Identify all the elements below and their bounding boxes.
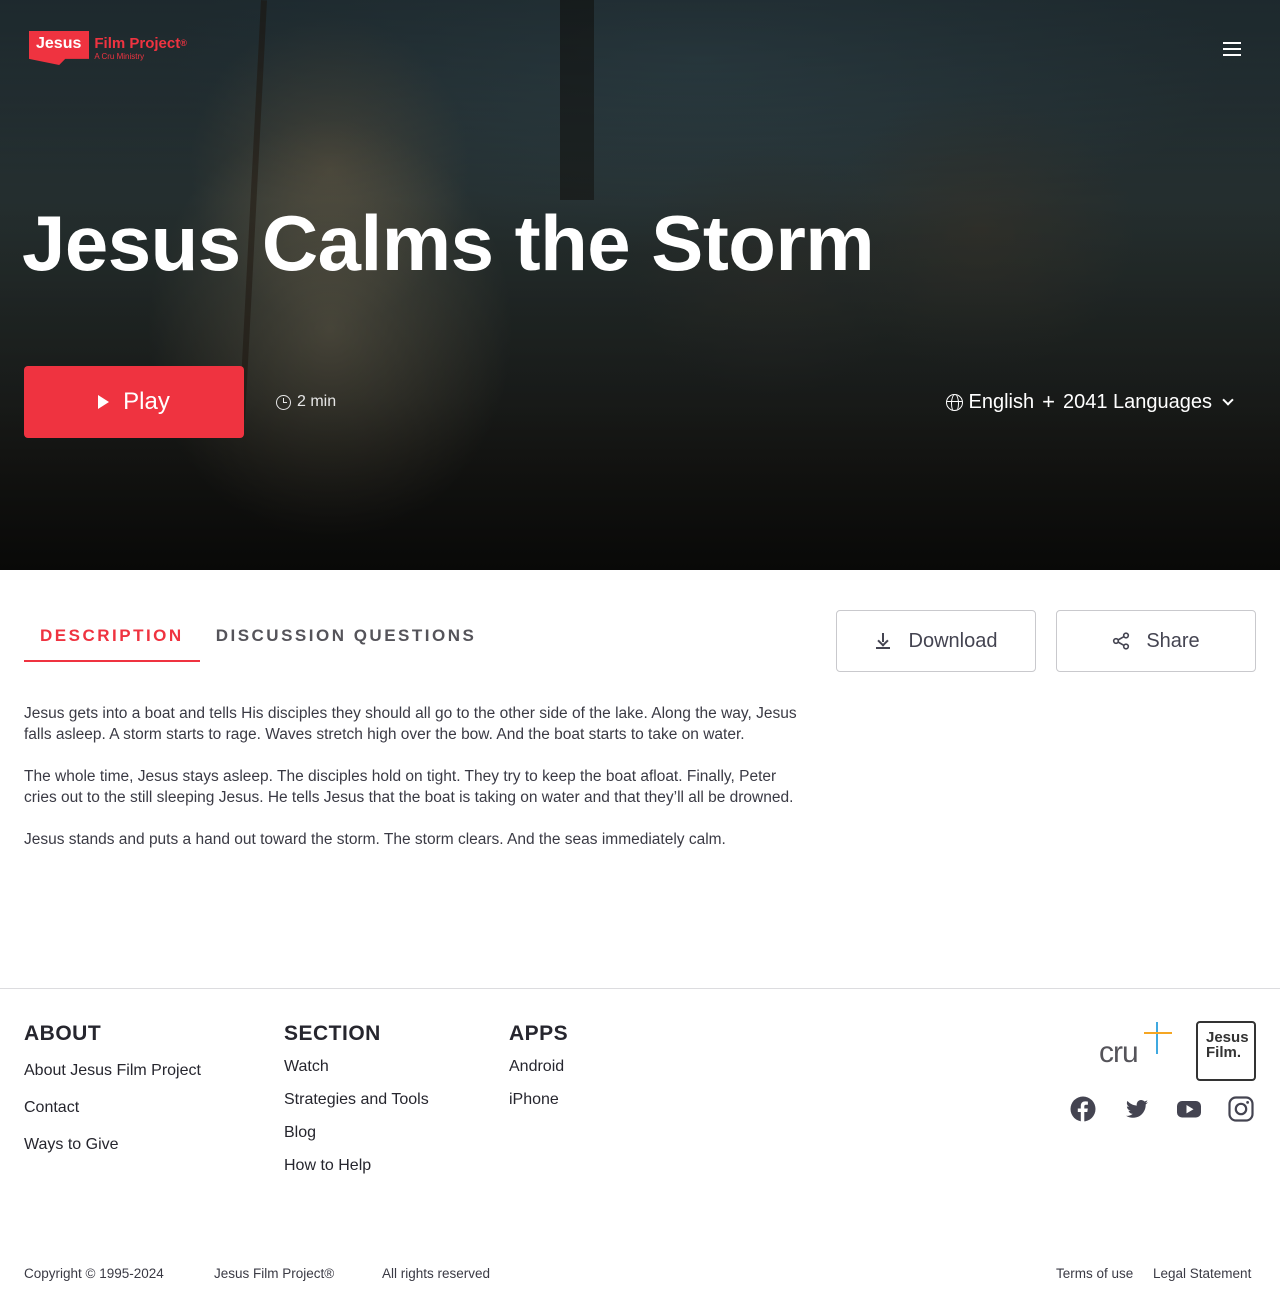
footer-link-ways-to-give[interactable]: Ways to Give [24, 1134, 201, 1155]
footer-link-contact[interactable]: Contact [24, 1097, 201, 1118]
description-paragraph: Jesus stands and puts a hand out toward … [24, 831, 726, 848]
footer-link-blog[interactable]: Blog [284, 1122, 429, 1143]
footer-link-watch[interactable]: Watch [284, 1056, 429, 1077]
hero-banner: Jesus Film Project® A Cru Ministry Jesus… [0, 0, 1280, 570]
footer-link-about[interactable]: About Jesus Film Project [24, 1060, 201, 1081]
twitter-icon[interactable] [1124, 1096, 1150, 1122]
terms-link[interactable]: Terms of use [1056, 1266, 1133, 1281]
jf-logo-line1: Jesus [1206, 1029, 1249, 1046]
footer-heading-about: ABOUT [24, 1022, 102, 1045]
footer-section: SECTION Watch Strategies and Tools Blog … [284, 1022, 429, 1188]
cru-logo[interactable]: cru [1099, 1022, 1173, 1069]
logo-subtitle: A Cru Ministry [94, 51, 145, 61]
hamburger-menu-icon[interactable] [1218, 36, 1246, 60]
jesus-film-project-logo[interactable]: Jesus Film Project® A Cru Ministry [29, 27, 187, 69]
plus-icon: + [1042, 389, 1055, 414]
language-current: English [968, 390, 1035, 413]
description-paragraph: Jesus gets into a boat and tells His dis… [24, 705, 797, 743]
jesus-film-logo[interactable]: Jesus Film. [1196, 1021, 1256, 1081]
clock-icon [276, 394, 291, 410]
chevron-down-icon [1222, 393, 1234, 406]
rights-text: All rights reserved [382, 1266, 491, 1281]
copyright-text: Copyright © 1995-2024 [24, 1266, 164, 1281]
footer-heading-section: SECTION [284, 1022, 381, 1045]
footer-apps: APPS Android iPhone [509, 1022, 568, 1122]
youtube-icon[interactable] [1176, 1096, 1202, 1122]
footer-link-how-to-help[interactable]: How to Help [284, 1155, 429, 1176]
language-selector[interactable]: English + 2041 Languages [946, 386, 1234, 418]
logo-mark: Jesus [29, 31, 90, 65]
facebook-icon[interactable] [1070, 1096, 1096, 1122]
share-button[interactable]: Share [1056, 610, 1256, 672]
logo-title: Film Project [94, 34, 181, 52]
video-actions: Download Share [836, 610, 1256, 672]
tab-description[interactable]: DESCRIPTION [24, 612, 200, 662]
brand-text: Jesus Film Project® [214, 1266, 335, 1281]
footer-heading-apps: APPS [509, 1022, 569, 1045]
description-panel: Jesus gets into a boat and tells His dis… [24, 703, 804, 871]
share-icon [1113, 632, 1130, 650]
footer-divider [0, 988, 1280, 989]
jf-logo-line2: Film. [1206, 1044, 1242, 1061]
cru-logo-text: cru [1099, 1036, 1139, 1069]
play-button[interactable]: Play [24, 366, 244, 438]
duration-text: 2 min [297, 393, 337, 410]
play-icon [98, 395, 110, 409]
download-icon [875, 633, 891, 649]
video-duration: 2 min [276, 390, 336, 414]
description-paragraph: The whole time, Jesus stays asleep. The … [24, 768, 794, 806]
globe-icon [946, 393, 964, 411]
tab-discussion-questions[interactable]: DISCUSSION QUESTIONS [200, 612, 493, 662]
footer-about: ABOUT About Jesus Film Project Contact W… [24, 1022, 201, 1171]
instagram-icon[interactable] [1228, 1096, 1254, 1122]
language-count: 2041 Languages [1062, 390, 1212, 413]
download-label: Download [908, 629, 998, 652]
logo-registered: ® [180, 37, 187, 48]
play-label: Play [123, 388, 170, 415]
page-title: Jesus Calms the Storm [22, 199, 875, 287]
download-button[interactable]: Download [836, 610, 1036, 672]
share-label: Share [1146, 629, 1200, 652]
content-tabs: DESCRIPTION DISCUSSION QUESTIONS [24, 612, 492, 662]
legal-statement-link[interactable]: Legal Statement [1153, 1266, 1251, 1281]
footer-link-strategies[interactable]: Strategies and Tools [284, 1089, 429, 1110]
footer-link-android[interactable]: Android [509, 1056, 568, 1077]
footer-link-iphone[interactable]: iPhone [509, 1089, 568, 1110]
